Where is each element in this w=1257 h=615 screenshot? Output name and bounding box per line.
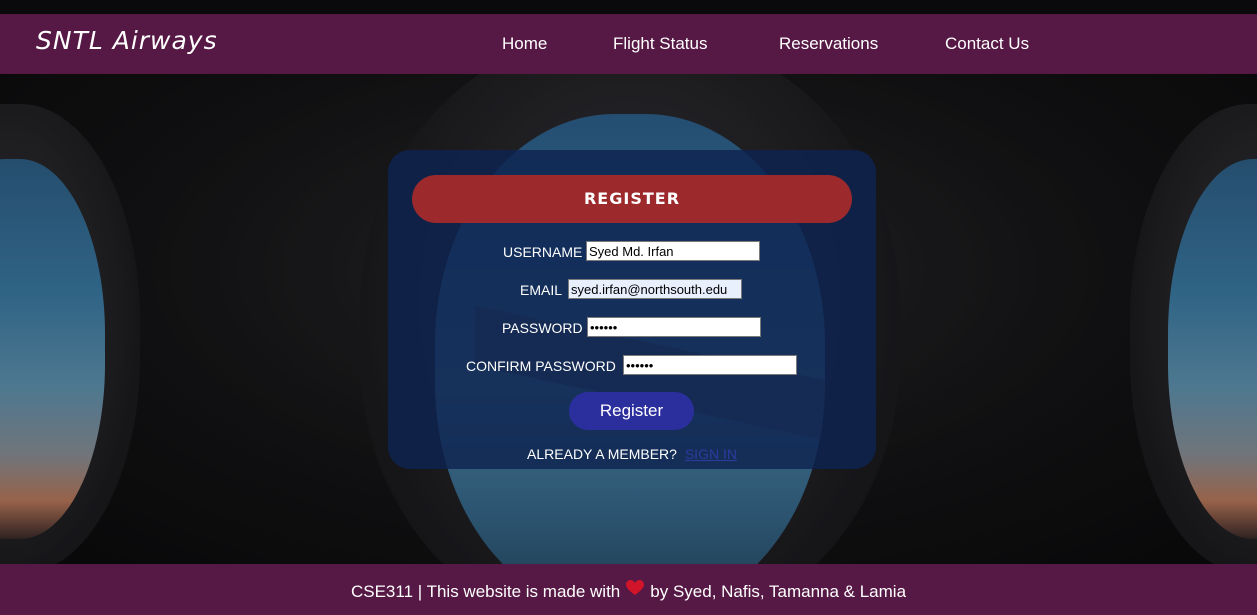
footer-text-start: CSE311 | This website is made with bbox=[350, 581, 621, 601]
password-input[interactable] bbox=[587, 317, 761, 337]
nav-contact-us[interactable]: Contact Us bbox=[945, 34, 1029, 54]
nav-home[interactable]: Home bbox=[502, 34, 547, 54]
register-button[interactable]: Register bbox=[569, 392, 694, 430]
navbar: SNTL Airways Home Flight Status Reservat… bbox=[0, 14, 1257, 74]
confirm-password-input[interactable] bbox=[623, 355, 797, 375]
username-row: USERNAME bbox=[388, 241, 876, 265]
email-label: EMAIL bbox=[520, 282, 563, 298]
nav-flight-status[interactable]: Flight Status bbox=[613, 34, 708, 54]
heart-icon bbox=[626, 564, 645, 615]
footer-text-end: by Syed, Nafis, Tamanna & Lamia bbox=[650, 581, 907, 601]
password-row: PASSWORD bbox=[388, 317, 876, 341]
already-member-line: ALREADY A MEMBER? SIGN IN bbox=[388, 446, 876, 462]
top-strip bbox=[0, 0, 1257, 14]
nav-links: Home Flight Status Reservations Contact … bbox=[0, 34, 1257, 58]
email-input[interactable] bbox=[568, 279, 742, 299]
footer: CSE311 | This website is made with by Sye… bbox=[0, 564, 1257, 615]
sign-in-link[interactable]: SIGN IN bbox=[685, 446, 737, 462]
email-row: EMAIL bbox=[388, 279, 876, 303]
already-member-text: ALREADY A MEMBER? bbox=[527, 446, 677, 462]
confirm-password-label: CONFIRM PASSWORD bbox=[466, 358, 616, 374]
username-input[interactable] bbox=[586, 241, 760, 261]
nav-reservations[interactable]: Reservations bbox=[779, 34, 878, 54]
confirm-password-row: CONFIRM PASSWORD bbox=[388, 355, 876, 379]
register-card: REGISTER USERNAME EMAIL PASSWORD CONFIRM… bbox=[388, 150, 876, 469]
password-label: PASSWORD bbox=[502, 320, 583, 336]
username-label: USERNAME bbox=[503, 244, 583, 260]
register-title: REGISTER bbox=[412, 175, 852, 223]
